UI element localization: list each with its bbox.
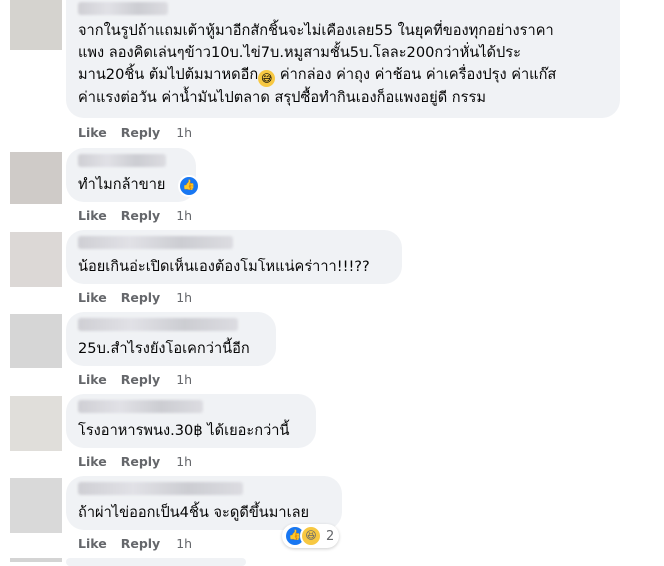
commenter-name[interactable] (78, 318, 238, 331)
like-button[interactable]: Like (78, 536, 107, 551)
commenter-name[interactable] (78, 236, 233, 249)
reply-button[interactable]: Reply (121, 290, 160, 305)
avatar[interactable] (10, 478, 62, 533)
comment-bubble: ถ้าผ่าไข่ออกเป็น4ชิ้น จะดูดีขึ้นมาเลย (66, 476, 342, 530)
sweat-smile-emoji-icon: 😅 (258, 70, 276, 87)
comment-timestamp[interactable]: 1h (176, 454, 192, 469)
avatar[interactable] (10, 558, 62, 562)
comment-timestamp[interactable]: 1h (176, 125, 192, 140)
comment-actions: Like Reply 1h (78, 125, 206, 140)
avatar[interactable] (10, 396, 62, 451)
comment-bubble: โรงอาหารพนง.30฿ ได้เยอะกว่านี้ (66, 394, 316, 448)
avatar[interactable] (10, 0, 62, 50)
comment-text: ทำไมกล้าขาย (78, 176, 166, 193)
commenter-name[interactable] (78, 2, 168, 15)
reply-button[interactable]: Reply (121, 372, 160, 387)
like-button[interactable]: Like (78, 125, 107, 140)
comment-actions: Like Reply 1h (78, 208, 206, 223)
reply-button[interactable]: Reply (121, 125, 160, 140)
avatar[interactable] (10, 314, 62, 368)
comment-text: ถ้าผ่าไข่ออกเป็น4ชิ้น จะดูดีขึ้นมาเลย (78, 504, 310, 521)
reply-button[interactable]: Reply (121, 208, 160, 223)
comment-text: 25บ.สำไรงยังโอเคกว่านี้อีก (78, 340, 250, 357)
comment-text: น้อยเกินอ่ะเปิดเห็นเองต้องโมโหแน่คร่าาา!… (78, 258, 370, 275)
commenter-name[interactable] (78, 154, 166, 167)
reaction-badge[interactable]: 👍 😆 2 (282, 524, 340, 548)
comment-timestamp[interactable]: 1h (176, 372, 192, 387)
comment-bubble: จากในรูปถ้าแถมเต้าหู้มาอีกสักชิ้นจะไม่เค… (66, 0, 620, 118)
like-button[interactable]: Like (78, 290, 107, 305)
comment-actions: Like Reply 1h (78, 454, 206, 469)
like-button[interactable]: Like (78, 208, 107, 223)
comment-bubble (66, 558, 246, 566)
comment-text: โรงอาหารพนง.30฿ ได้เยอะกว่านี้ (78, 422, 290, 439)
commenter-name[interactable] (78, 400, 203, 413)
comment-actions: Like Reply 1h (78, 290, 206, 305)
reply-button[interactable]: Reply (121, 536, 160, 551)
like-button[interactable]: Like (78, 454, 107, 469)
comment-bubble: น้อยเกินอ่ะเปิดเห็นเองต้องโมโหแน่คร่าาา!… (66, 230, 402, 284)
comment-timestamp[interactable]: 1h (176, 536, 192, 551)
avatar[interactable] (10, 152, 62, 204)
comment-text: จากในรูปถ้าแถมเต้าหู้มาอีกสักชิ้นจะไม่เค… (78, 22, 557, 106)
like-reaction-icon: 👍 (178, 175, 200, 197)
commenter-name[interactable] (78, 482, 243, 495)
haha-reaction-icon: 😆 (300, 525, 322, 547)
comment-bubble: 25บ.สำไรงยังโอเคกว่านี้อีก (66, 312, 276, 366)
reaction-badge[interactable]: 👍 (178, 175, 200, 197)
comment-actions: Like Reply 1h (78, 372, 206, 387)
comment-actions: Like Reply 1h (78, 536, 206, 551)
reaction-count: 2 (326, 528, 335, 544)
comment-bubble: ทำไมกล้าขาย (66, 148, 196, 202)
avatar[interactable] (10, 232, 62, 287)
comment-timestamp[interactable]: 1h (176, 208, 192, 223)
comment-timestamp[interactable]: 1h (176, 290, 192, 305)
reply-button[interactable]: Reply (121, 454, 160, 469)
like-button[interactable]: Like (78, 372, 107, 387)
